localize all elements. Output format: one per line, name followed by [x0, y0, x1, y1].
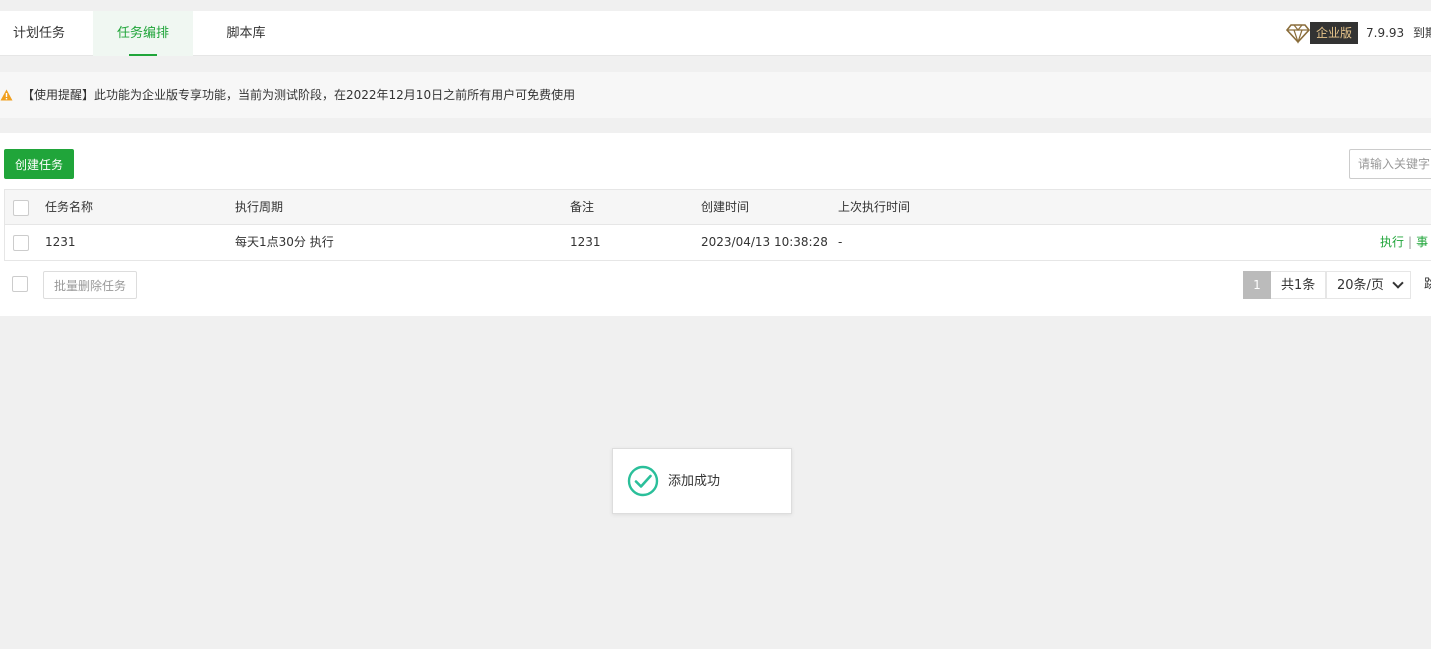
- page-size-value: 20条/页: [1337, 278, 1384, 293]
- edition-badge-group: 企业版: [1286, 22, 1359, 44]
- create-task-button[interactable]: 创建任务: [4, 149, 74, 179]
- notice-text: 【使用提醒】此功能为企业版专享功能，当前为测试阶段，在2022年12月10日之前…: [22, 88, 576, 102]
- search-input[interactable]: [1349, 149, 1431, 179]
- toast-message: 添加成功: [668, 474, 721, 489]
- page-size-select[interactable]: 20条/页: [1326, 271, 1411, 299]
- header-task-name: 任务名称: [45, 200, 94, 214]
- row-checkbox[interactable]: [13, 235, 29, 251]
- pagination-total: 共1条: [1271, 271, 1327, 299]
- header-cycle: 执行周期: [235, 200, 284, 214]
- tab-task-orchestration[interactable]: 任务编排: [93, 11, 193, 56]
- footer-select-all-checkbox[interactable]: [12, 276, 28, 292]
- task-cycle: 每天1点30分 执行: [235, 235, 334, 249]
- task-panel: 创建任务 任务名称 执行周期 备注 创建时间 上次执行时间 1231 每天1点3…: [0, 133, 1431, 316]
- tab-scheduled-tasks[interactable]: 计划任务: [0, 11, 78, 56]
- task-table: 任务名称 执行周期 备注 创建时间 上次执行时间 1231 每天1点30分 执行…: [4, 189, 1431, 261]
- task-created-time: 2023/04/13 10:38:28: [701, 235, 828, 249]
- header-note: 备注: [570, 200, 595, 214]
- version-number: 7.9.93: [1366, 26, 1405, 40]
- row-actions: 执行 | 事: [1380, 225, 1428, 260]
- success-toast: 添加成功: [612, 448, 792, 514]
- chevron-down-icon: [1392, 277, 1404, 289]
- select-all-checkbox[interactable]: [13, 200, 29, 216]
- tab-label: 任务编排: [116, 26, 169, 41]
- header-created-time: 创建时间: [701, 200, 750, 214]
- tab-script-library[interactable]: 脚本库: [205, 11, 287, 56]
- usage-notice: 【使用提醒】此功能为企业版专享功能，当前为测试阶段，在2022年12月10日之前…: [0, 72, 1431, 118]
- batch-delete-button[interactable]: 批量删除任务: [43, 271, 137, 299]
- check-circle-icon: [627, 465, 659, 497]
- pagination-jump-label: 跳: [1424, 277, 1431, 292]
- action-separator: |: [1408, 235, 1413, 249]
- task-last-run-time: -: [838, 235, 843, 249]
- diamond-icon: [1286, 24, 1310, 44]
- task-name: 1231: [45, 235, 76, 249]
- warning-icon: [0, 89, 13, 101]
- edition-label: 企业版: [1310, 22, 1359, 44]
- table-row: 1231 每天1点30分 执行 1231 2023/04/13 10:38:28…: [5, 225, 1431, 260]
- active-tab-indicator: [129, 54, 157, 56]
- task-note: 1231: [570, 235, 601, 249]
- top-tab-bar: 计划任务 任务编排 脚本库 企业版 7.9.93 到期: [0, 11, 1431, 56]
- header-last-run-time: 上次执行时间: [838, 200, 911, 214]
- expire-label[interactable]: 到期: [1413, 22, 1431, 44]
- more-link[interactable]: 事: [1416, 235, 1428, 249]
- pagination-current-page[interactable]: 1: [1243, 271, 1271, 299]
- table-header: 任务名称 执行周期 备注 创建时间 上次执行时间: [5, 190, 1431, 225]
- run-link[interactable]: 执行: [1380, 235, 1404, 249]
